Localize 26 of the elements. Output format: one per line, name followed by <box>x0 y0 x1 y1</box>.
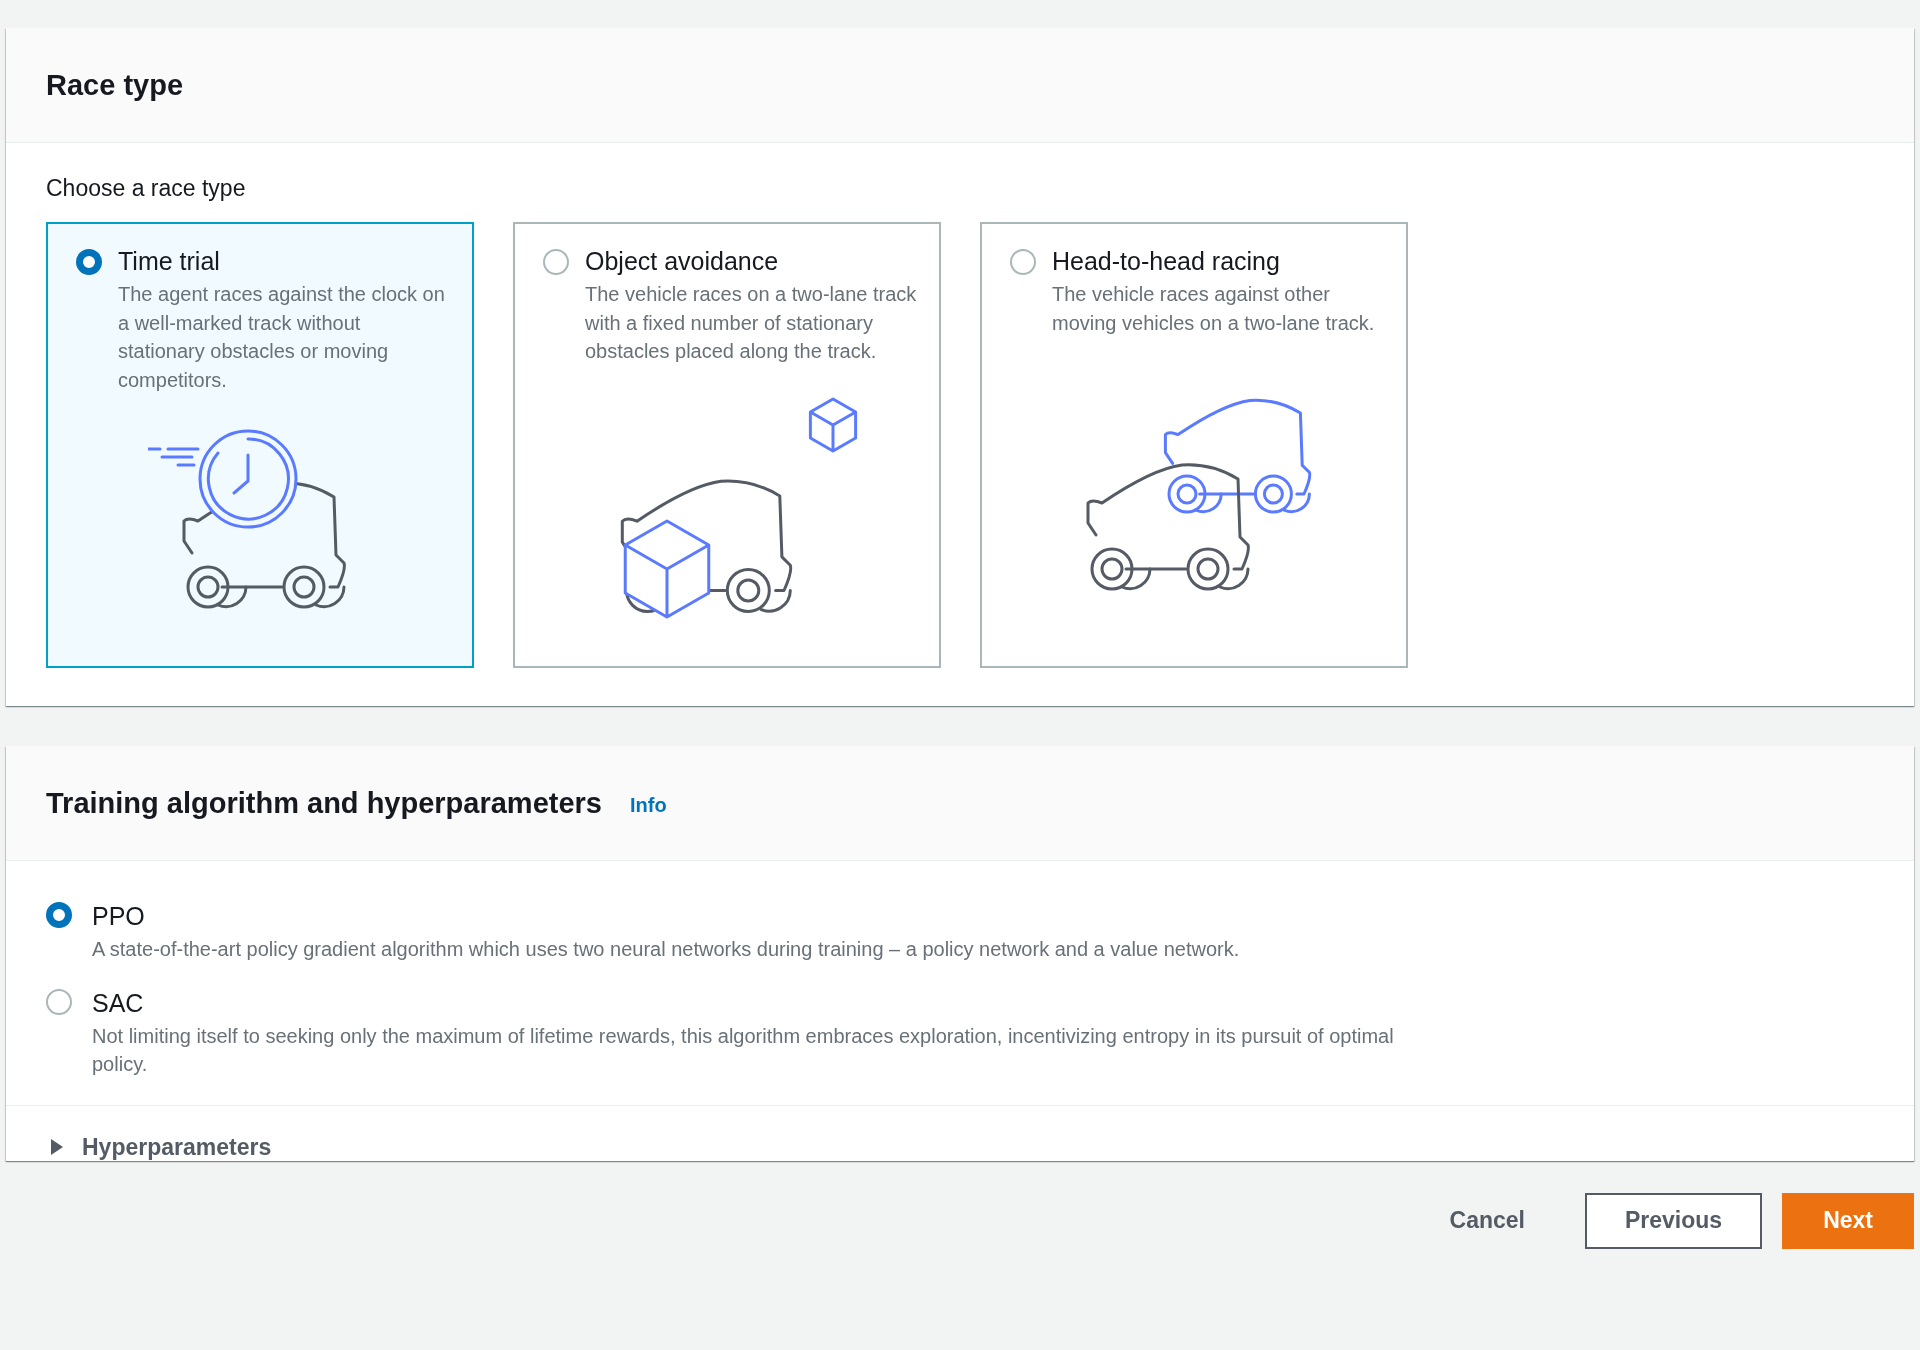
option-description: The agent races against the clock on a well-marked track without stationary obstacles or moving competitors. <box>118 282 446 393</box>
option-description: Not limiting itself to seeking only the maximum of lifetime rewards, this algorithm embraces exploration, incentivizing entropy in its pursuit of optimal policy. <box>92 1023 1395 1077</box>
option-label: PPO <box>92 901 146 931</box>
option-label: Time trial <box>118 246 221 276</box>
radio-button[interactable] <box>543 249 569 275</box>
field-label: Choose a race type <box>46 175 247 202</box>
option-description: The vehicle races on a two-lane track with a fixed number of stationary obstacles placed along the track. <box>585 282 917 364</box>
radio-button[interactable] <box>46 902 72 928</box>
panel-title: Training algorithm and hyperparameters <box>46 786 602 820</box>
race-type-card[interactable]: Object avoidance The vehicle races on a two-lane track with a fixed number of stationary obstacles placed along the track. <box>513 222 941 668</box>
option-label: Head-to-head racing <box>1052 246 1281 276</box>
nav-button[interactable]: Previous <box>1585 1192 1763 1249</box>
race-type-card[interactable]: Time trial The agent races against the clock on a well-marked track without stationary obstacles or moving competitors. <box>46 222 474 668</box>
radio-button[interactable] <box>1010 249 1036 275</box>
caret-right-icon <box>50 1139 64 1155</box>
option-label: Object avoidance <box>585 246 780 276</box>
cancel-link[interactable]: Cancel <box>1409 1192 1565 1249</box>
panel-title: Race type <box>46 68 183 102</box>
option-label: SAC <box>92 987 145 1018</box>
info-link[interactable]: Info <box>630 793 667 817</box>
radio-button[interactable] <box>76 249 102 275</box>
radio-button[interactable] <box>46 988 72 1015</box>
hyperparameters-expander[interactable]: Hyperparameters <box>50 1133 272 1161</box>
option-description: The vehicle races against other moving vehicles on a two-lane track. <box>1052 282 1376 336</box>
race-type-card[interactable]: Head-to-head racing The vehicle races against other moving vehicles on a two-lane track. <box>980 222 1408 668</box>
option-description: A state-of-the-art policy gradient algorithm which uses two neural networks during training – a policy network and a value network. <box>92 937 1240 962</box>
